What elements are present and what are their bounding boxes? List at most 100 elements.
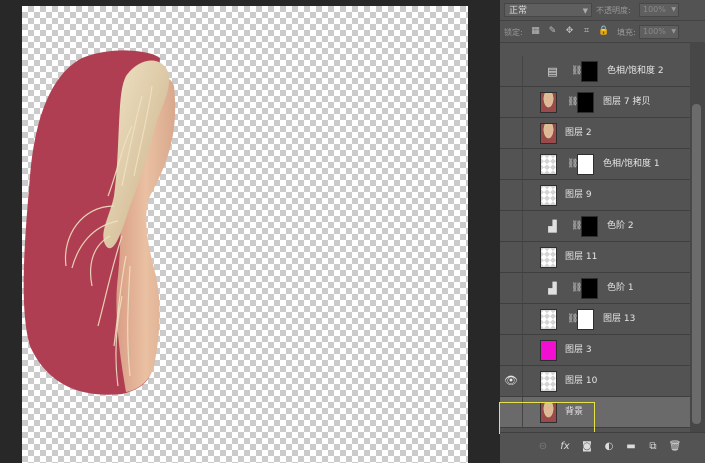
visibility-eye-icon[interactable]: 👁: [504, 405, 518, 419]
mask-link-icon[interactable]: ⛓: [567, 158, 578, 170]
fx-icon[interactable]: fx: [558, 440, 572, 454]
layer-row[interactable]: 👁 ⛓ 色相/饱和度 1: [500, 149, 690, 180]
levels-icon: ▟: [548, 220, 557, 233]
layer-row[interactable]: 👁 图层 10: [500, 366, 690, 397]
fill-label: 填充:: [617, 28, 636, 37]
visibility-eye-icon[interactable]: 👁: [504, 157, 518, 171]
layer-thumbnail: [540, 92, 557, 113]
layer-name[interactable]: 色阶 1: [607, 273, 634, 303]
group-folder-icon[interactable]: ▬: [624, 440, 638, 454]
hue-saturation-icon: ▤: [547, 65, 558, 78]
canvas-gutter: [468, 0, 500, 463]
row-divider: [522, 180, 523, 210]
layers-panel: 正常 ▼ 不透明度: 100% ▼ 锁定: ▦ ✎ ✥ ⌗ 🔒 填充: 100%…: [500, 0, 705, 463]
layer-row[interactable]: 👁 ⛓ 图层 7 拷贝: [500, 87, 690, 118]
layer-name[interactable]: 图层 13: [603, 304, 635, 334]
layer-row[interactable]: 👁 图层 3: [500, 335, 690, 366]
lock-transparent-icon[interactable]: ▦: [530, 26, 541, 37]
visibility-eye-icon[interactable]: 👁: [504, 343, 518, 357]
layer-name[interactable]: 色阶 2: [607, 211, 634, 241]
layer-mask-thumbnail[interactable]: [577, 154, 594, 175]
lock-position-icon[interactable]: ✥: [564, 26, 575, 37]
layer-name[interactable]: 背景: [565, 397, 583, 427]
add-mask-icon[interactable]: ◙: [580, 440, 594, 454]
mask-link-icon[interactable]: ⛓: [571, 220, 582, 232]
layer-row[interactable]: 👁 ▟ ⛓ 色阶 2: [500, 211, 690, 242]
layer-row[interactable]: 👁 ⛓ 图层 13: [500, 304, 690, 335]
row-divider: [522, 397, 523, 427]
visibility-eye-icon[interactable]: 👁: [504, 374, 518, 388]
layer-thumbnail: [540, 123, 557, 144]
blend-mode-value: 正常: [509, 6, 528, 16]
opacity-label: 不透明度:: [596, 6, 631, 15]
new-layer-icon[interactable]: ⧉: [646, 440, 660, 454]
artwork: [23, 50, 176, 395]
lock-artboard-icon[interactable]: ⌗: [581, 26, 592, 37]
layer-name[interactable]: 图层 9: [565, 180, 592, 210]
fill-input[interactable]: 100% ▼: [639, 25, 679, 39]
visibility-eye-icon[interactable]: 👁: [504, 126, 518, 140]
layer-thumbnail: [540, 402, 557, 423]
transparent-document[interactable]: [22, 6, 468, 463]
link-layers-icon[interactable]: ⊝: [536, 440, 550, 454]
fill-value: 100%: [643, 27, 666, 36]
layer-mask-thumbnail[interactable]: [581, 216, 598, 237]
layer-thumbnail: [540, 247, 557, 268]
row-divider: [522, 366, 523, 396]
row-divider: [522, 149, 523, 179]
lock-all-icon[interactable]: 🔒: [598, 26, 609, 37]
lock-label: 锁定:: [504, 28, 523, 37]
layer-name[interactable]: 图层 3: [565, 335, 592, 365]
layer-name[interactable]: 色相/饱和度 2: [607, 56, 664, 86]
row-divider: [522, 87, 523, 117]
document-canvas[interactable]: [0, 0, 490, 463]
layer-mask-thumbnail[interactable]: [581, 278, 598, 299]
row-divider: [522, 56, 523, 86]
visibility-eye-icon[interactable]: 👁: [504, 281, 518, 295]
visibility-eye-icon[interactable]: 👁: [504, 95, 518, 109]
layers-scrollbar-thumb[interactable]: [692, 104, 701, 424]
mask-link-icon[interactable]: ⛓: [567, 313, 578, 325]
layers-list: 👁 ▤ ⛓ 色相/饱和度 2 👁 ⛓ 图层 7 拷贝 👁 图层 2 👁 ⛓ 色相/饱和度 1 👁 图层 9…: [500, 42, 705, 432]
layer-name[interactable]: 图层 2: [565, 118, 592, 148]
mask-link-icon[interactable]: ⛓: [571, 282, 582, 294]
layer-name[interactable]: 色相/饱和度 1: [603, 149, 660, 179]
layer-mask-thumbnail[interactable]: [577, 92, 594, 113]
row-divider: [522, 304, 523, 334]
lock-pixels-icon[interactable]: ✎: [547, 26, 558, 37]
visibility-eye-icon[interactable]: 👁: [504, 188, 518, 202]
visibility-eye-icon[interactable]: 👁: [504, 64, 518, 78]
row-divider: [522, 242, 523, 272]
layer-row[interactable]: 👁 图层 9: [500, 180, 690, 211]
lock-options-row: 锁定: ▦ ✎ ✥ ⌗ 🔒 填充: 100% ▼: [500, 22, 705, 43]
layer-name[interactable]: 图层 10: [565, 366, 597, 396]
mask-link-icon[interactable]: ⛓: [571, 65, 582, 77]
mask-link-icon[interactable]: ⛓: [567, 96, 578, 108]
layer-row[interactable]: 👁 背景: [500, 397, 690, 428]
row-divider: [522, 211, 523, 241]
layer-thumbnail: [540, 185, 557, 206]
adjustment-layer-icon[interactable]: ◐: [602, 440, 616, 454]
row-divider: [522, 335, 523, 365]
layer-mask-thumbnail[interactable]: [581, 61, 598, 82]
layer-name[interactable]: 图层 7 拷贝: [603, 87, 650, 117]
delete-icon[interactable]: 🗑: [668, 440, 682, 454]
visibility-eye-icon[interactable]: 👁: [504, 219, 518, 233]
layer-row[interactable]: 👁 图层 11: [500, 242, 690, 273]
layer-row[interactable]: 👁 ▤ ⛓ 色相/饱和度 2: [500, 56, 690, 87]
visibility-eye-icon[interactable]: 👁: [504, 250, 518, 264]
visibility-eye-icon[interactable]: 👁: [504, 312, 518, 326]
layers-toolbar: ⊝ fx ◙ ◐ ▬ ⧉ 🗑: [500, 432, 705, 463]
layer-row[interactable]: 👁 图层 2: [500, 118, 690, 149]
opacity-input[interactable]: 100% ▼: [639, 3, 679, 17]
layer-thumbnail: [540, 154, 557, 175]
row-divider: [522, 273, 523, 303]
layer-thumbnail: [540, 340, 557, 361]
chevron-down-icon: ▼: [671, 6, 676, 13]
layer-thumbnail: [540, 371, 557, 392]
layer-mask-thumbnail[interactable]: [577, 309, 594, 330]
chevron-down-icon: ▼: [582, 7, 588, 15]
blend-mode-select[interactable]: 正常 ▼: [504, 3, 592, 17]
layer-name[interactable]: 图层 11: [565, 242, 597, 272]
layer-row[interactable]: 👁 ▟ ⛓ 色阶 1: [500, 273, 690, 304]
